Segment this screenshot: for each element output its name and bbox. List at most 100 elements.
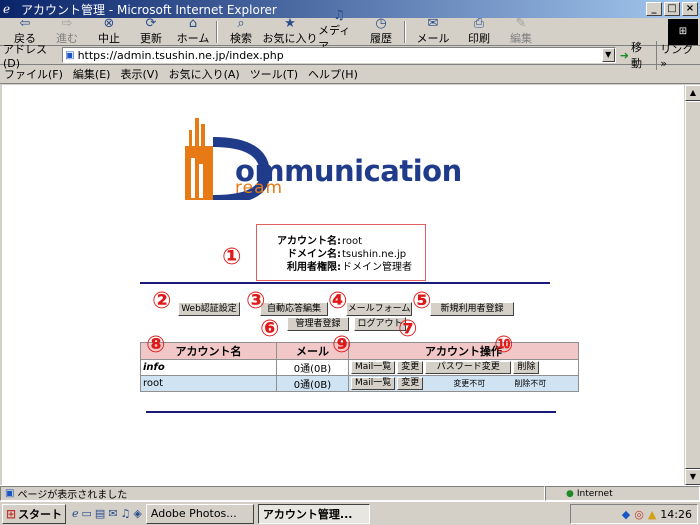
account-info-box: アカウント名: root ドメイン名: tsushin.ne.jp 利用者権限:…: [256, 224, 426, 281]
tray-icon[interactable]: ◆: [622, 508, 630, 521]
menu-edit[interactable]: 編集(E): [73, 66, 111, 82]
menu-help[interactable]: ヘルプ(H): [308, 66, 358, 82]
windows-flag-icon: ⊞: [6, 506, 17, 521]
tray-icon[interactable]: ◎: [634, 508, 644, 521]
menu-view[interactable]: 表示(V): [120, 66, 158, 82]
row-mail-count: 0通(0B): [276, 359, 349, 376]
table-row: root 0通(0B) Mail一覧 変更 変更不可 削除不可: [140, 375, 579, 392]
info-domain-value: tsushin.ne.jp: [342, 249, 407, 260]
change-button[interactable]: 変更: [397, 361, 424, 374]
explorer-quick-icon[interactable]: ▤: [95, 507, 105, 520]
search-icon: ⌕: [237, 16, 245, 31]
taskbar: ⊞ スタート ℯ ▭ ▤ ✉ ♫ ◈ Adobe Photos... アカウント…: [0, 501, 700, 525]
info-privilege-value: ドメイン管理者: [342, 262, 412, 273]
print-icon: ⎙: [473, 16, 485, 31]
marker-2: ②: [152, 288, 172, 314]
web-auth-button[interactable]: Web認証設定: [178, 302, 240, 316]
marker-7: ⑦: [398, 316, 418, 342]
password-not-changeable: 変更不可: [453, 379, 486, 388]
task-account-admin[interactable]: アカウント管理...: [257, 503, 370, 524]
vertical-scrollbar[interactable]: ▲ ▼: [684, 85, 700, 485]
admin-register-button[interactable]: 管理者登録: [287, 317, 349, 331]
marker-4: ④: [328, 288, 348, 314]
toolbar-separator: [404, 20, 406, 43]
system-tray: ◆ ◎ ▲ 14:26: [570, 504, 698, 524]
scroll-thumb[interactable]: [685, 101, 700, 469]
marker-1: ①: [222, 244, 242, 270]
back-arrow-icon: ⇦: [19, 16, 31, 31]
row-operations: Mail一覧 変更 変更不可 削除不可: [348, 375, 579, 392]
mail-list-button[interactable]: Mail一覧: [351, 377, 396, 390]
delete-not-allowed: 削除不可: [514, 379, 547, 388]
browser-toolbar: ⇦戻る ⇨進む ⊗中止 ⟳更新 ⌂ホーム ⌕検索 ★お気に入り ♫メディア ◷履…: [0, 9, 700, 53]
outlook-quick-icon[interactable]: ✉: [108, 507, 117, 520]
favorites-icon: ★: [284, 16, 296, 31]
marker-8: ⑧: [146, 332, 166, 358]
new-user-button[interactable]: 新規利用者登録: [430, 302, 514, 316]
address-dropdown-icon[interactable]: ▼: [601, 48, 615, 62]
mail-form-button[interactable]: メールフォーム: [346, 302, 412, 316]
history-icon: ◷: [375, 16, 387, 31]
app-quick-icon[interactable]: ◈: [133, 507, 141, 520]
search-button[interactable]: ⌕ 検索: [220, 16, 262, 46]
menu-tools[interactable]: ツール(T): [250, 66, 298, 82]
password-change-button[interactable]: パスワード変更: [425, 361, 512, 374]
desktop-quick-icon[interactable]: ▭: [82, 507, 92, 520]
ie-quick-icon[interactable]: ℯ: [72, 507, 79, 520]
favorites-button[interactable]: ★ お気に入り: [262, 16, 318, 46]
home-icon: ⌂: [188, 16, 198, 31]
mail-list-button[interactable]: Mail一覧: [351, 361, 396, 374]
row-mail-count: 0通(0B): [276, 375, 349, 392]
home-button[interactable]: ⌂ ホーム: [172, 16, 214, 46]
task-photoshop[interactable]: Adobe Photos...: [145, 503, 254, 524]
maximize-button[interactable]: □: [664, 2, 680, 16]
info-privilege-row: 利用者権限: ドメイン管理者: [287, 262, 412, 273]
close-button[interactable]: ×: [682, 2, 698, 16]
edit-button[interactable]: ✎ 編集: [500, 16, 542, 46]
page-icon: ▣: [65, 49, 75, 61]
security-zone: ● Internet: [545, 486, 700, 501]
row-account-name: root: [140, 375, 277, 392]
row-account-name: info: [140, 359, 277, 376]
start-button[interactable]: ⊞ スタート: [2, 503, 66, 524]
ie-app-icon: ℯ: [3, 2, 11, 16]
menu-bar: ファイル(F) 編集(E) 表示(V) お気に入り(A) ツール(T) ヘルプ(…: [0, 65, 700, 84]
auto-reply-button[interactable]: 自動応答編集: [260, 302, 328, 316]
header-operations: アカウント操作: [348, 342, 579, 360]
address-url: https://admin.tsushin.ne.jp/index.php: [77, 48, 284, 62]
media-quick-icon[interactable]: ♫: [121, 507, 131, 520]
clock: 14:26: [660, 507, 692, 521]
refresh-icon: ⟳: [145, 16, 157, 31]
tray-icon[interactable]: ▲: [648, 508, 656, 521]
dream-communication-logo: ommunication ream: [185, 118, 505, 200]
history-button[interactable]: ◷ 履歴: [360, 16, 402, 46]
row-operations: Mail一覧 変更 パスワード変更 削除: [348, 359, 579, 376]
delete-button[interactable]: 削除: [513, 361, 540, 374]
marker-6: ⑥: [260, 316, 280, 342]
marker-3: ③: [246, 288, 266, 314]
window-title: アカウント管理 - Microsoft Internet Explorer: [21, 2, 277, 17]
menu-file[interactable]: ファイル(F): [4, 66, 63, 82]
edit-icon: ✎: [515, 16, 527, 31]
scroll-up-icon[interactable]: ▲: [685, 85, 700, 101]
menu-favorites[interactable]: お気に入り(A): [169, 66, 240, 82]
go-arrow-icon: ➜: [619, 48, 629, 62]
minimize-button[interactable]: _: [646, 2, 662, 16]
change-button[interactable]: 変更: [397, 377, 424, 390]
logo-sub-text: ream: [235, 178, 284, 198]
divider-bottom: [146, 411, 556, 413]
divider-top: [140, 282, 550, 284]
quick-launch: ℯ ▭ ▤ ✉ ♫ ◈: [72, 507, 142, 520]
scroll-down-icon[interactable]: ▼: [685, 469, 700, 485]
marker-10: ⑩: [494, 332, 514, 358]
stop-icon: ⊗: [103, 16, 115, 31]
media-icon: ♫: [333, 8, 345, 23]
media-button[interactable]: ♫メディア: [318, 9, 360, 53]
info-account-value: root: [342, 236, 363, 247]
stop-button[interactable]: ⊗ 中止: [88, 16, 130, 46]
print-button[interactable]: ⎙ 印刷: [458, 16, 500, 46]
mail-button[interactable]: ✉ メール: [408, 17, 458, 46]
toolbar-separator: [216, 20, 218, 43]
address-input[interactable]: ▣ https://admin.tsushin.ne.jp/index.php …: [62, 47, 616, 63]
refresh-button[interactable]: ⟳ 更新: [130, 16, 172, 46]
